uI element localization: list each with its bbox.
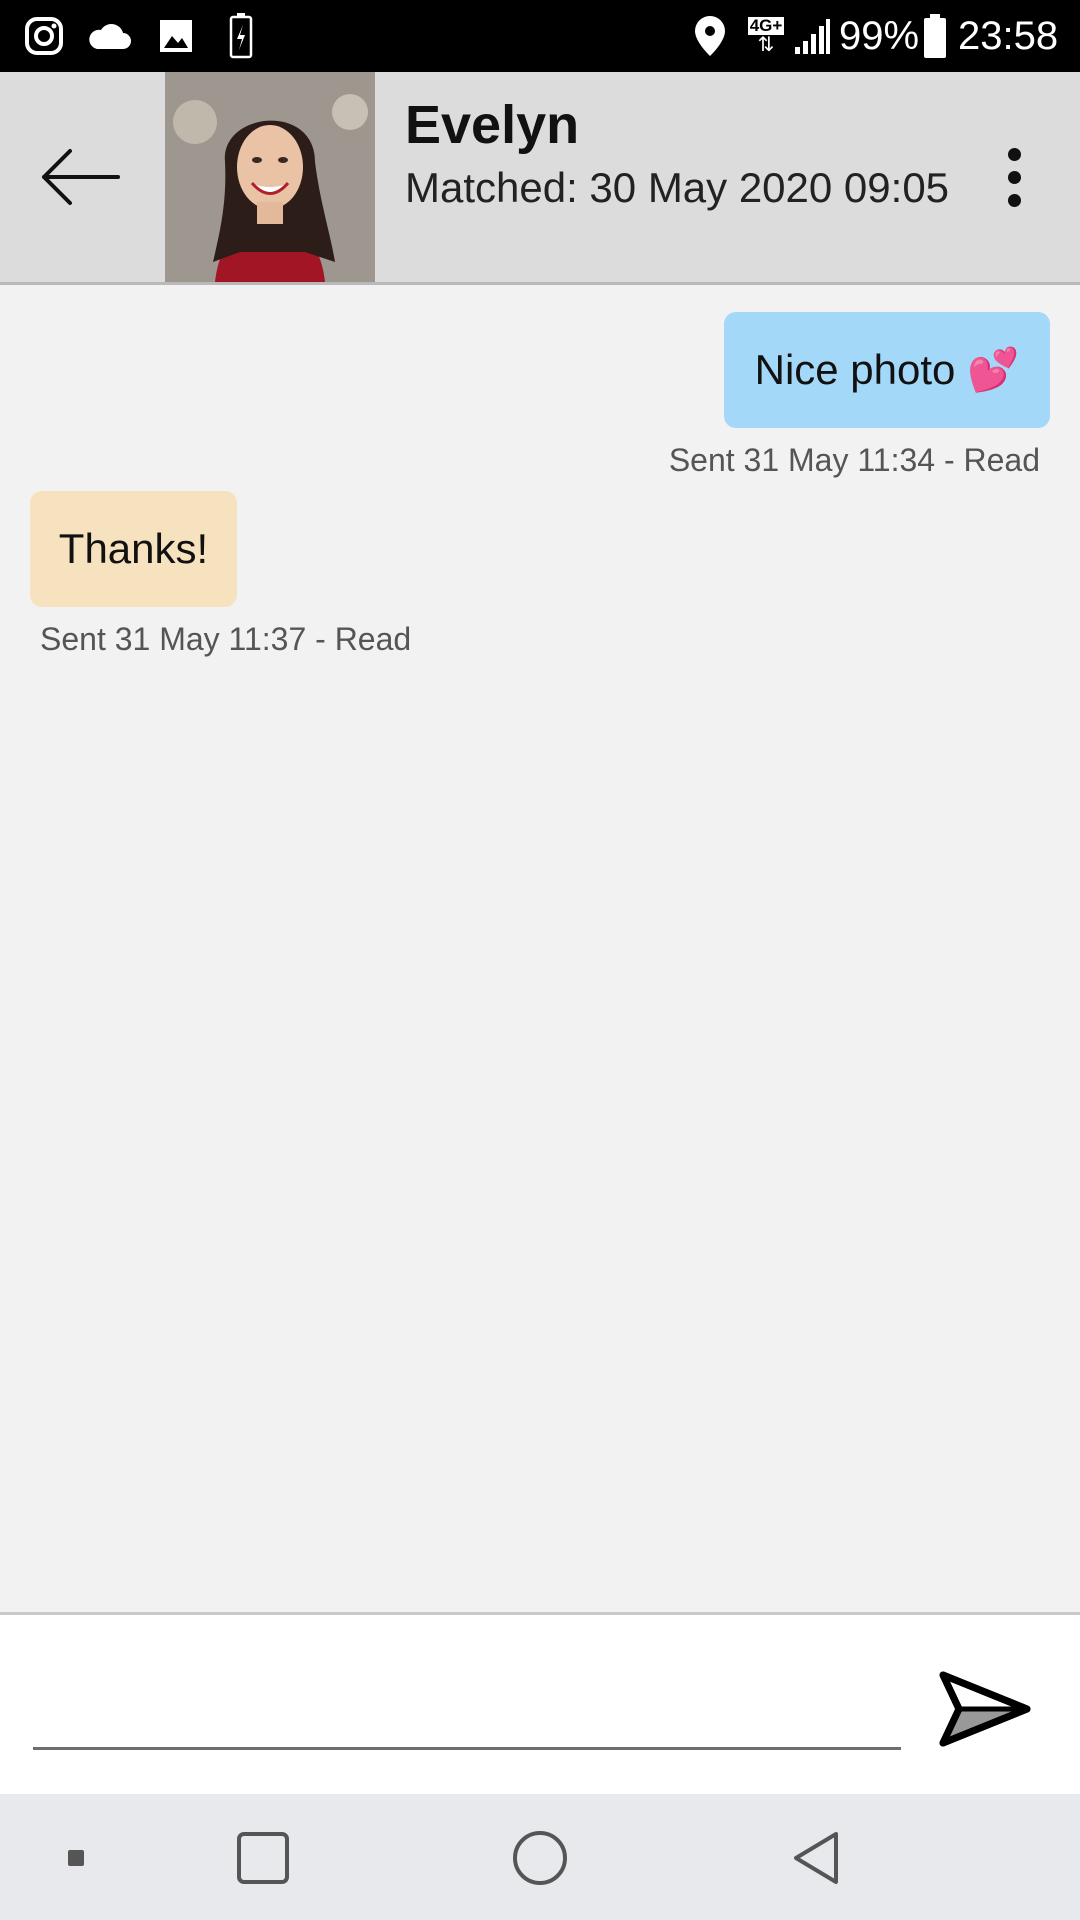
incoming-message-bubble[interactable]: Thanks! [30,491,237,607]
matched-date: Matched: 30 May 2020 09:05 [405,164,950,211]
message-text: Thanks! [58,525,209,572]
message-status: Sent 31 May 11:34 - Read [668,442,1040,478]
nav-extra-button[interactable] [40,1822,112,1894]
dot-icon [68,1850,84,1866]
message-status: Sent 31 May 11:37 - Read [40,621,412,657]
square-icon [237,1832,289,1884]
nav-recents-button[interactable] [227,1822,299,1894]
message-text: Nice photo 💕 [754,345,1020,393]
avatar[interactable] [165,72,375,282]
back-button[interactable] [30,127,130,227]
arrow-left-icon [42,149,120,205]
kebab-dot [1007,170,1021,184]
system-nav-bar [0,1794,1080,1920]
composer-bar [0,1612,1080,1797]
battery-icon [922,12,948,60]
more-options-button[interactable] [990,122,1038,232]
battery-percent: 99% [839,14,920,58]
status-bar: 4G+ ⇅ 99% 23:58 [0,0,1080,72]
contact-name: Evelyn [405,95,580,155]
nav-back-button[interactable] [780,1822,852,1894]
instagram-icon [22,12,66,60]
cloud-icon [86,12,132,60]
outgoing-message-bubble[interactable]: Nice photo 💕 [724,312,1050,428]
network-type-icon: 4G+ ⇅ [747,16,785,56]
nav-home-button[interactable] [504,1822,576,1894]
kebab-dot [1007,193,1021,207]
battery-charging-icon [226,12,256,60]
triangle-back-icon [794,1832,838,1884]
send-icon [939,1671,1031,1747]
kebab-dot [1007,147,1021,161]
signal-icon [792,12,832,60]
location-icon [690,12,730,60]
circle-icon [513,1831,567,1885]
clock: 23:58 [958,14,1059,58]
send-button[interactable] [935,1663,1035,1755]
gallery-icon [156,12,196,60]
message-input[interactable] [33,1675,901,1750]
chat-header: Evelyn Matched: 30 May 2020 09:05 [0,72,1080,285]
